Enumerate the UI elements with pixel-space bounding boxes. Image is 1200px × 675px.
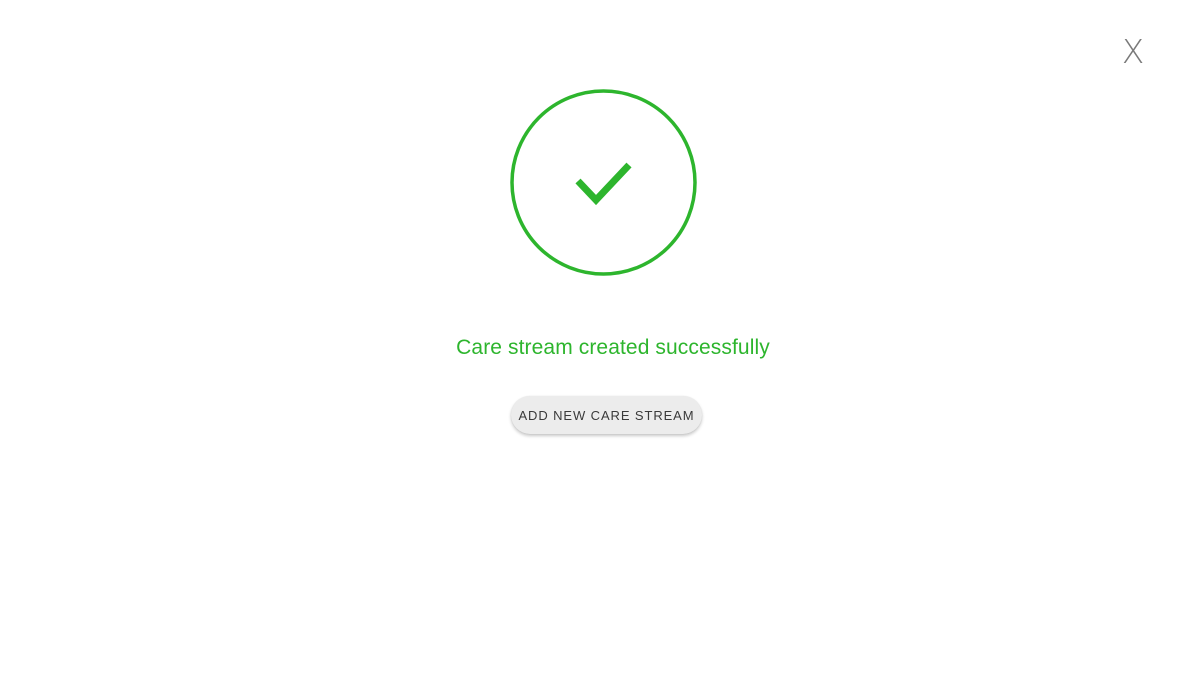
close-icon: X: [1121, 31, 1145, 71]
success-message: Care stream created successfully: [456, 336, 770, 359]
add-new-care-stream-button[interactable]: ADD NEW CARE STREAM: [511, 396, 702, 434]
checkmark-circle-icon: [510, 89, 697, 276]
success-dialog: X Care stream created successfully ADD N…: [0, 0, 1200, 675]
close-button[interactable]: X: [1118, 33, 1148, 69]
